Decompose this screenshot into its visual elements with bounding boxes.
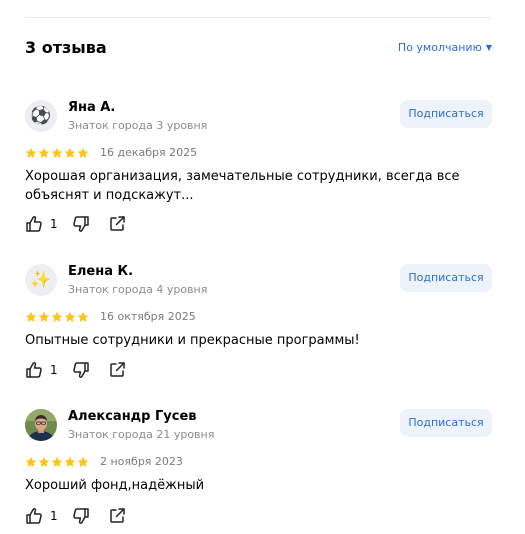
review-date: 16 декабря 2025 [100,146,198,159]
star-icon [64,147,76,158]
star-icon [77,456,89,467]
star-icon [25,311,37,322]
thumbs-up-icon[interactable] [25,215,43,233]
author-name[interactable]: Яна А. [68,100,115,116]
review-date: 16 октября 2025 [100,310,196,323]
star-icon [38,456,50,467]
rating-stars [25,311,89,323]
sparkles-icon: ✨ [30,269,52,290]
star-icon [51,311,63,322]
author-level: Знаток города 3 уровня [68,119,208,132]
review-actions: 1 [25,507,126,525]
chevron-down-icon: ▼ [485,43,492,52]
sort-dropdown[interactable]: По умолчанию ▼ [398,40,492,56]
like-count: 1 [50,217,58,231]
subscribe-button[interactable]: Подписаться [400,409,492,437]
sort-label: По умолчанию [397,41,482,54]
rating-row: 16 октября 2025 [25,310,196,324]
author-name[interactable]: Елена К. [68,264,133,280]
reviews-header: 3 отзыва По умолчанию ▼ [25,37,492,59]
review-actions: 1 [25,361,126,379]
rating-row: 16 декабря 2025 [25,146,197,160]
thumbs-down-icon[interactable] [72,507,90,525]
subscribe-button[interactable]: Подписаться [400,264,492,292]
subscribe-button[interactable]: Подписаться [400,100,492,128]
review-text: Опытные сотрудники и прекрасные программ… [25,333,360,348]
thumbs-down-icon[interactable] [72,215,90,233]
user-photo-icon [25,409,57,441]
soccer-ball-icon: ⚽ [30,105,52,126]
star-icon [38,147,50,158]
avatar[interactable]: ✨ [25,264,57,296]
author-level: Знаток города 21 уровня [68,428,215,441]
review-actions: 1 [25,215,126,233]
avatar[interactable]: ⚽ [25,100,57,132]
avatar[interactable] [25,409,57,441]
like-count: 1 [50,363,58,377]
review-text: Хороший фонд,надёжный [25,478,205,493]
rating-stars [25,456,89,468]
star-icon [64,311,76,322]
rating-stars [25,147,89,159]
star-icon [51,456,63,467]
star-icon [38,311,50,322]
review-text: Хорошая организация, замечательные сотру… [25,169,460,203]
thumbs-up-icon[interactable] [25,507,43,525]
author-name[interactable]: Александр Гусев [68,409,197,425]
star-icon [25,147,37,158]
share-icon[interactable] [108,507,126,525]
star-icon [64,456,76,467]
share-icon[interactable] [108,361,126,379]
star-icon [25,456,37,467]
star-icon [77,311,89,322]
thumbs-up-icon[interactable] [25,361,43,379]
top-divider [25,17,492,18]
star-icon [77,147,89,158]
like-count: 1 [50,509,58,523]
share-icon[interactable] [108,215,126,233]
review-date: 2 ноября 2023 [100,455,183,468]
thumbs-down-icon[interactable] [72,361,90,379]
rating-row: 2 ноября 2023 [25,455,183,469]
reviews-count: 3 отзыва [25,38,107,57]
star-icon [51,147,63,158]
author-level: Знаток города 4 уровня [68,283,208,296]
